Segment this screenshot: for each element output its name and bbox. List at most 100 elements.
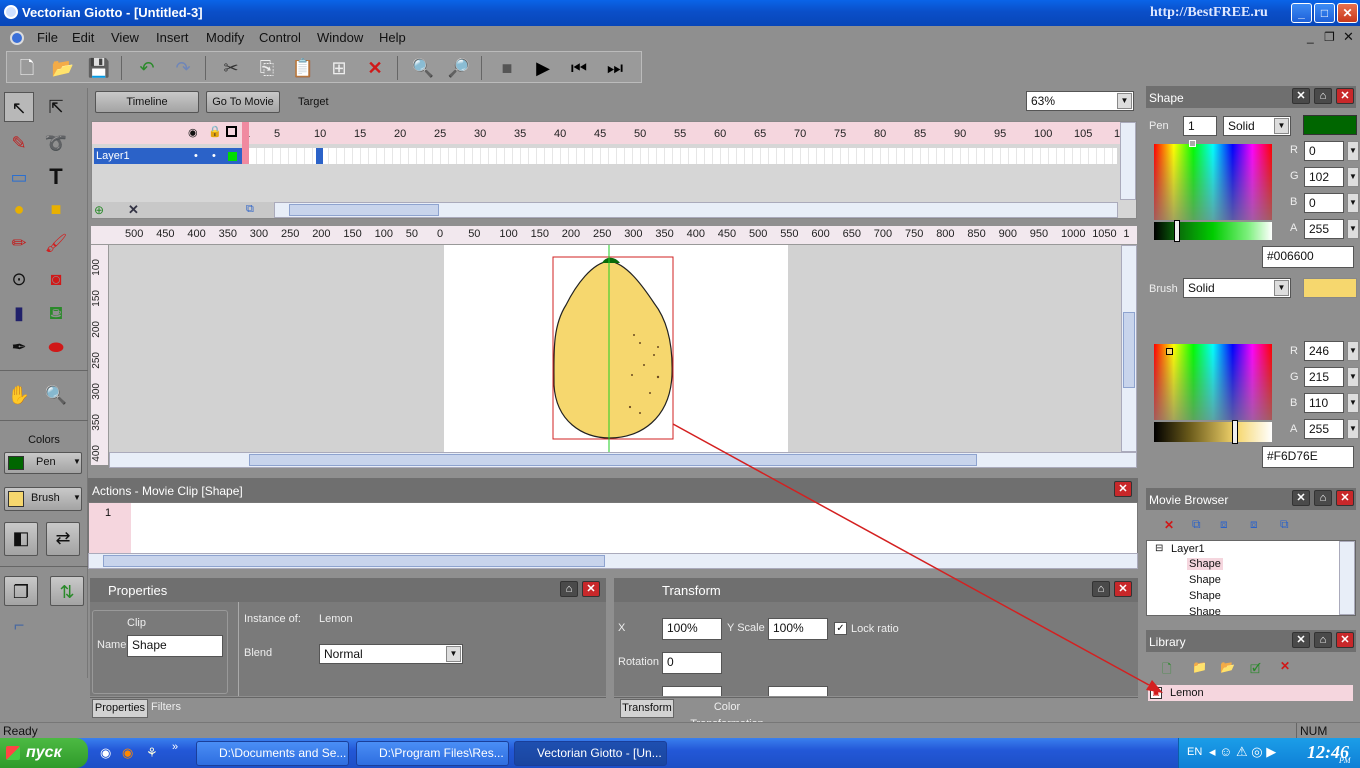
pin-icon[interactable]: ⌂ (1314, 490, 1332, 506)
menu-view[interactable]: View (111, 30, 139, 45)
brush-color-button[interactable]: Brush ▼ (4, 487, 82, 511)
stage-hscroll[interactable] (109, 452, 1137, 468)
add-layer-icon[interactable]: ⊕ (94, 203, 104, 217)
eye-icon[interactable]: ◉ (188, 126, 198, 139)
delete-icon[interactable]: ✕ (1164, 518, 1174, 532)
brush-preview-swatch[interactable] (1303, 278, 1357, 298)
tree-root[interactable]: Layer1 (1171, 543, 1205, 555)
play-icon[interactable]: ▶ (531, 56, 555, 80)
mdi-restore-icon[interactable]: ❐ (1324, 30, 1335, 44)
open-folder-icon[interactable]: 📂 (51, 56, 75, 80)
tree-item[interactable]: Shape (1187, 558, 1223, 570)
paint-bucket-tool-icon[interactable]: ⛾ (41, 298, 71, 328)
maximize-button[interactable]: □ (1314, 3, 1335, 23)
tab-properties[interactable]: Properties (92, 699, 148, 718)
menu-file[interactable]: File (37, 30, 58, 45)
task-vectorian-giotto[interactable]: Vectorian Giotto - [Un... (514, 741, 667, 766)
save-icon[interactable]: 💾 (87, 56, 111, 80)
rewind-icon[interactable]: ⏮ (567, 56, 591, 80)
snap-mode-icon[interactable]: ⇅ (50, 576, 84, 606)
brush-style-select[interactable]: Solid ▼ (1183, 278, 1291, 298)
lock-ratio-checkbox[interactable]: ✓ (834, 622, 847, 635)
brush-a-input[interactable]: 255 (1304, 419, 1344, 439)
undo-icon[interactable]: ↶ (135, 56, 159, 80)
stage-vscroll[interactable] (1121, 245, 1137, 452)
eyedropper-tool-icon[interactable]: ✒ (4, 332, 34, 362)
pen-style-select[interactable]: Solid ▼ (1223, 116, 1291, 136)
ellipse-tool-icon[interactable]: ● (4, 194, 34, 224)
close-icon[interactable]: ✕ (1336, 490, 1354, 506)
tray-icons[interactable]: ◂ ☺ ⚠ ◎ ▶ (1209, 744, 1276, 760)
layer-row[interactable]: Layer1 • • (94, 148, 242, 164)
lemon-drawing[interactable] (444, 245, 788, 453)
selection-tool-icon[interactable]: ↖ (4, 92, 34, 122)
lock-icon[interactable]: 🔒 (208, 125, 222, 138)
pin-icon[interactable]: ⌂ (1314, 88, 1332, 104)
tree-item[interactable]: Shape (1189, 574, 1221, 586)
cut-icon[interactable]: ✂ (219, 56, 243, 80)
frame-strip[interactable] (249, 148, 1117, 164)
pen-r-input[interactable]: 0 (1304, 141, 1344, 161)
timeline-button[interactable]: Timeline (95, 91, 199, 113)
brush-hex-input[interactable]: #F6D76E (1262, 446, 1354, 468)
tab-color-transformation[interactable]: Color Transformation (676, 699, 778, 730)
mdi-minimize-icon[interactable]: _ (1307, 30, 1314, 44)
close-x-icon[interactable]: ✕ (1292, 490, 1310, 506)
x-scale-input[interactable]: 100% (662, 618, 722, 640)
brush-spectrum-cursor[interactable] (1166, 348, 1173, 355)
brush-g-input[interactable]: 215 (1304, 367, 1344, 387)
brush-shade-bar[interactable] (1154, 422, 1272, 442)
pen-shade-cursor[interactable] (1174, 220, 1180, 242)
timeline-vscroll[interactable] (1120, 122, 1136, 200)
default-colors-icon[interactable]: ◧ (4, 522, 38, 556)
keyframe-marker[interactable] (316, 148, 323, 164)
task-documents[interactable]: D:\Documents and Se... (196, 741, 349, 766)
hand-tool-icon[interactable]: ✋ (4, 380, 34, 410)
skew-y-input[interactable] (768, 686, 828, 696)
swap-colors-icon[interactable]: ⇄ (46, 522, 80, 556)
menu-help[interactable]: Help (379, 30, 406, 45)
duplicate-icon[interactable]: ⧉ (1192, 517, 1201, 532)
pen-tool-icon[interactable]: ✏ (4, 228, 34, 258)
pen-color-button[interactable]: Pen ▼ (4, 452, 82, 474)
zoom-select[interactable]: 63% ▼ (1026, 91, 1134, 111)
new-doc-icon[interactable]: 🗋 (15, 56, 39, 80)
new-symbol-icon[interactable]: 🗋 (1162, 660, 1172, 681)
move-up-icon[interactable]: ⧈ (1220, 517, 1228, 532)
tree-item[interactable]: Shape (1189, 606, 1221, 615)
menu-control[interactable]: Control (259, 30, 301, 45)
mdi-close-icon[interactable]: ✕ (1343, 29, 1354, 45)
menu-insert[interactable]: Insert (156, 30, 189, 45)
zoom-in-icon[interactable]: 🔍 (411, 56, 435, 80)
rectangle-tool-icon[interactable]: ■ (41, 194, 71, 224)
firefox-icon[interactable]: ◉ (122, 745, 133, 761)
group-icon[interactable]: ⧉ (1280, 517, 1289, 532)
zoom-tool-icon[interactable]: 🔍 (41, 380, 71, 410)
properties-icon[interactable]: 🗹 (1250, 660, 1261, 681)
chevron-down-icon[interactable]: ▼ (1347, 141, 1359, 161)
pen-hex-input[interactable]: #006600 (1262, 246, 1354, 268)
move-down-icon[interactable]: ⧈ (1250, 517, 1258, 532)
chevron-down-icon[interactable]: ▼ (1347, 341, 1359, 361)
brush-b-input[interactable]: 110 (1304, 393, 1344, 413)
pen-g-input[interactable]: 102 (1304, 167, 1344, 187)
visibility-dot-icon[interactable]: • (194, 148, 198, 164)
brush-spectrum[interactable] (1154, 344, 1272, 420)
pin-icon[interactable]: ⌂ (560, 581, 578, 597)
redo-icon[interactable]: ↷ (171, 56, 195, 80)
chrome-icon[interactable]: ◉ (100, 745, 111, 761)
blend-select[interactable]: Normal ▼ (319, 644, 463, 664)
lemon-shape[interactable] (553, 260, 673, 439)
brush-r-input[interactable]: 246 (1304, 341, 1344, 361)
close-icon[interactable]: ✕ (1114, 481, 1132, 497)
timeline-hscroll[interactable] (274, 202, 1118, 218)
task-program-files[interactable]: D:\Program Files\Res... (356, 741, 509, 766)
tree-item[interactable]: Shape (1189, 590, 1221, 602)
stop-icon[interactable]: ■ (495, 56, 519, 80)
delete-layer-icon[interactable]: ✕ (128, 202, 139, 218)
chevron-down-icon[interactable]: ▼ (1347, 167, 1359, 187)
chevron-down-icon[interactable]: ▼ (1347, 193, 1359, 213)
layer-color-icon[interactable] (228, 152, 237, 161)
lock-dot-icon[interactable]: • (212, 148, 216, 164)
skew-input[interactable] (662, 686, 722, 696)
